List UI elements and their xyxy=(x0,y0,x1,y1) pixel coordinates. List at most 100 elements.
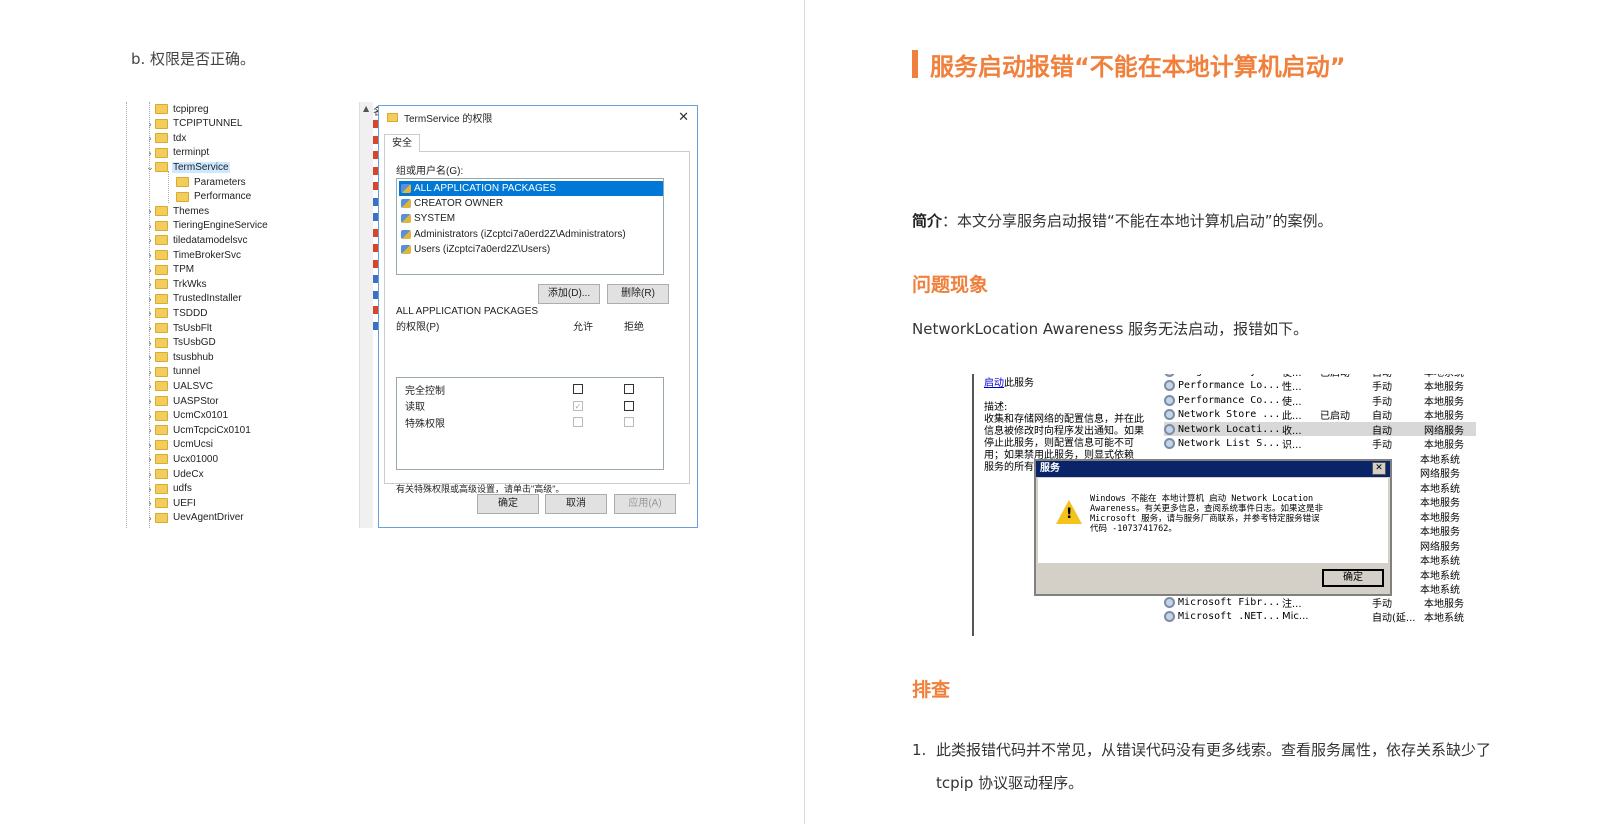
service-logon: 本地系统 xyxy=(1420,570,1460,582)
folder-icon xyxy=(155,512,168,523)
error-ok-button[interactable]: 确定 xyxy=(1322,569,1384,587)
chevron-icon[interactable]: › xyxy=(145,294,155,304)
tree-item[interactable]: › UdeCx xyxy=(145,467,205,481)
chevron-icon[interactable]: › xyxy=(145,235,155,245)
chevron-icon[interactable]: › xyxy=(145,513,155,523)
tree-item[interactable]: › tdx xyxy=(145,131,187,145)
tree-item[interactable]: › tunnel xyxy=(145,365,201,379)
tree-item[interactable]: › TieringEngineService xyxy=(145,219,269,233)
tree-scrollbar[interactable]: ▲ xyxy=(359,102,373,528)
chevron-icon[interactable]: › xyxy=(145,454,155,464)
chevron-icon[interactable]: › xyxy=(145,133,155,143)
chevron-icon[interactable]: › xyxy=(145,411,155,421)
chevron-icon[interactable]: › xyxy=(145,440,155,450)
tree-item-label: UdeCx xyxy=(173,468,204,480)
tree-item[interactable]: › UEFI xyxy=(145,496,197,510)
tree-item[interactable]: › Ucx01000 xyxy=(145,452,219,466)
deny-header: 拒绝 xyxy=(624,322,644,333)
chevron-icon[interactable]: › xyxy=(145,484,155,494)
tree-item[interactable]: ⌄ TermService xyxy=(145,160,230,174)
chevron-icon[interactable]: › xyxy=(145,250,155,260)
deny-checkbox[interactable] xyxy=(624,400,634,411)
tree-item[interactable]: › TSDDD xyxy=(145,306,208,320)
tree-item[interactable]: › TrkWks xyxy=(145,277,208,291)
chevron-icon[interactable]: › xyxy=(145,352,155,362)
service-row[interactable]: Network Locati... 收... 自动 网络服务 xyxy=(1164,422,1476,437)
ok-button[interactable]: 确定 xyxy=(477,494,539,514)
tree-item[interactable]: › TCPIPTUNNEL xyxy=(145,117,243,131)
tree-item[interactable]: › UcmUcsi xyxy=(145,438,214,452)
permission-name: 完全控制 xyxy=(405,385,445,397)
close-icon[interactable]: ✕ xyxy=(678,109,689,125)
page-title: 服务启动报错“不能在本地计算机启动” xyxy=(930,53,1346,81)
service-row[interactable]: Microsoft .NET... Mic... 自动(延... 本地系统 xyxy=(1164,610,1476,624)
allow-checkbox[interactable] xyxy=(573,384,583,394)
user-row[interactable]: ALL APPLICATION PACKAGES xyxy=(399,181,663,196)
tree-item[interactable]: tcpipreg xyxy=(145,102,210,116)
tree-item[interactable]: Parameters xyxy=(166,175,247,189)
chevron-icon[interactable]: ⌄ xyxy=(145,162,155,173)
chevron-icon[interactable]: › xyxy=(145,265,155,275)
tree-item[interactable]: › UcmCx0101 xyxy=(145,409,229,423)
deny-checkbox[interactable] xyxy=(624,417,634,427)
service-row[interactable]: Microsoft Fibr... 注... 手动 本地服务 xyxy=(1164,595,1476,610)
chevron-icon[interactable]: › xyxy=(145,425,155,435)
permission-row: 读取 ✓ xyxy=(405,399,660,413)
scroll-up-icon[interactable]: ▲ xyxy=(363,104,369,113)
tree-item[interactable]: › TimeBrokerSvc xyxy=(145,248,242,262)
error-message: Windows 不能在 本地计算机 启动 Network Location Awa… xyxy=(1090,494,1380,534)
tree-item[interactable]: › terminpt xyxy=(145,146,210,160)
chevron-icon[interactable]: › xyxy=(145,119,155,129)
symptom-text: NetworkLocation Awareness 服务无法启动，报错如下。 xyxy=(912,320,1309,338)
chevron-icon[interactable]: › xyxy=(145,323,155,333)
tree-item[interactable]: › UevAgentDriver xyxy=(145,511,245,525)
tree-item[interactable]: › TsUsbFlt xyxy=(145,321,213,335)
user-row[interactable]: Users (iZcptci7a0erd2Z\Users) xyxy=(399,242,663,257)
allow-checkbox[interactable] xyxy=(573,417,583,427)
tree-item[interactable]: › UASPStor xyxy=(145,394,220,408)
tree-item[interactable]: › TsUsbGD xyxy=(145,336,217,350)
chevron-icon[interactable]: › xyxy=(145,381,155,391)
add-button[interactable]: 添加(D)... xyxy=(538,284,600,304)
folder-icon xyxy=(155,133,168,144)
service-startup: 手动 xyxy=(1372,440,1392,451)
chevron-icon[interactable]: › xyxy=(145,469,155,479)
service-row[interactable]: Network Store ... 此... 已启动 自动 本地服务 xyxy=(1164,408,1476,422)
close-icon[interactable]: ✕ xyxy=(1372,462,1386,475)
permission-row: 特殊权限 xyxy=(405,415,660,430)
chevron-icon[interactable]: › xyxy=(145,367,155,377)
tree-item[interactable]: › tiledatamodelsvc xyxy=(145,233,248,247)
chevron-icon[interactable]: › xyxy=(145,308,155,318)
remove-button[interactable]: 删除(R) xyxy=(607,284,669,304)
tree-item[interactable]: › TrustedInstaller xyxy=(145,292,243,306)
deny-checkbox[interactable] xyxy=(624,384,634,394)
allow-checkbox[interactable]: ✓ xyxy=(573,400,583,411)
service-row[interactable]: Performance Co... 使... 手动 本地服务 xyxy=(1164,393,1476,408)
chevron-icon[interactable]: › xyxy=(145,279,155,289)
tree-item[interactable]: › UALSVC xyxy=(145,379,214,393)
tree-item[interactable]: › udfs xyxy=(145,482,193,496)
error-message-line: Microsoft 服务，请与服务厂商联系，并参考特定服务错误 xyxy=(1090,514,1320,524)
service-row[interactable]: Performance Lo... 性... 手动 本地服务 xyxy=(1164,379,1476,393)
cancel-button[interactable]: 取消 xyxy=(545,494,607,514)
chevron-icon[interactable]: › xyxy=(145,338,155,348)
chevron-icon[interactable]: › xyxy=(145,498,155,508)
tree-item[interactable]: › tsusbhub xyxy=(145,350,215,364)
user-row[interactable]: CREATOR OWNER xyxy=(399,196,663,211)
chevron-icon[interactable]: › xyxy=(145,396,155,406)
tree-item[interactable]: › Themes xyxy=(145,204,210,218)
chevron-icon[interactable]: › xyxy=(145,148,155,158)
service-row[interactable]: Network List S... 识... 手动 本地服务 xyxy=(1164,437,1476,451)
start-service-link[interactable]: 启动 xyxy=(984,378,1004,389)
tree-item[interactable]: Performance xyxy=(166,190,252,204)
chevron-icon[interactable]: › xyxy=(145,221,155,231)
tree-item[interactable]: › TPM xyxy=(145,263,195,277)
tab-security[interactable]: 安全 xyxy=(384,134,420,152)
user-row[interactable]: SYSTEM xyxy=(399,211,663,226)
title-accent-bar xyxy=(912,50,918,78)
user-row[interactable]: Administrators (iZcptci7a0erd2Z\Administ… xyxy=(399,227,663,242)
tree-item[interactable]: › UcmTcpciCx0101 xyxy=(145,423,252,437)
apply-button[interactable]: 应用(A) xyxy=(614,494,676,514)
users-list[interactable]: ALL APPLICATION PACKAGES CREATOR OWNER SYS… xyxy=(396,178,664,275)
chevron-icon[interactable]: › xyxy=(145,206,155,216)
